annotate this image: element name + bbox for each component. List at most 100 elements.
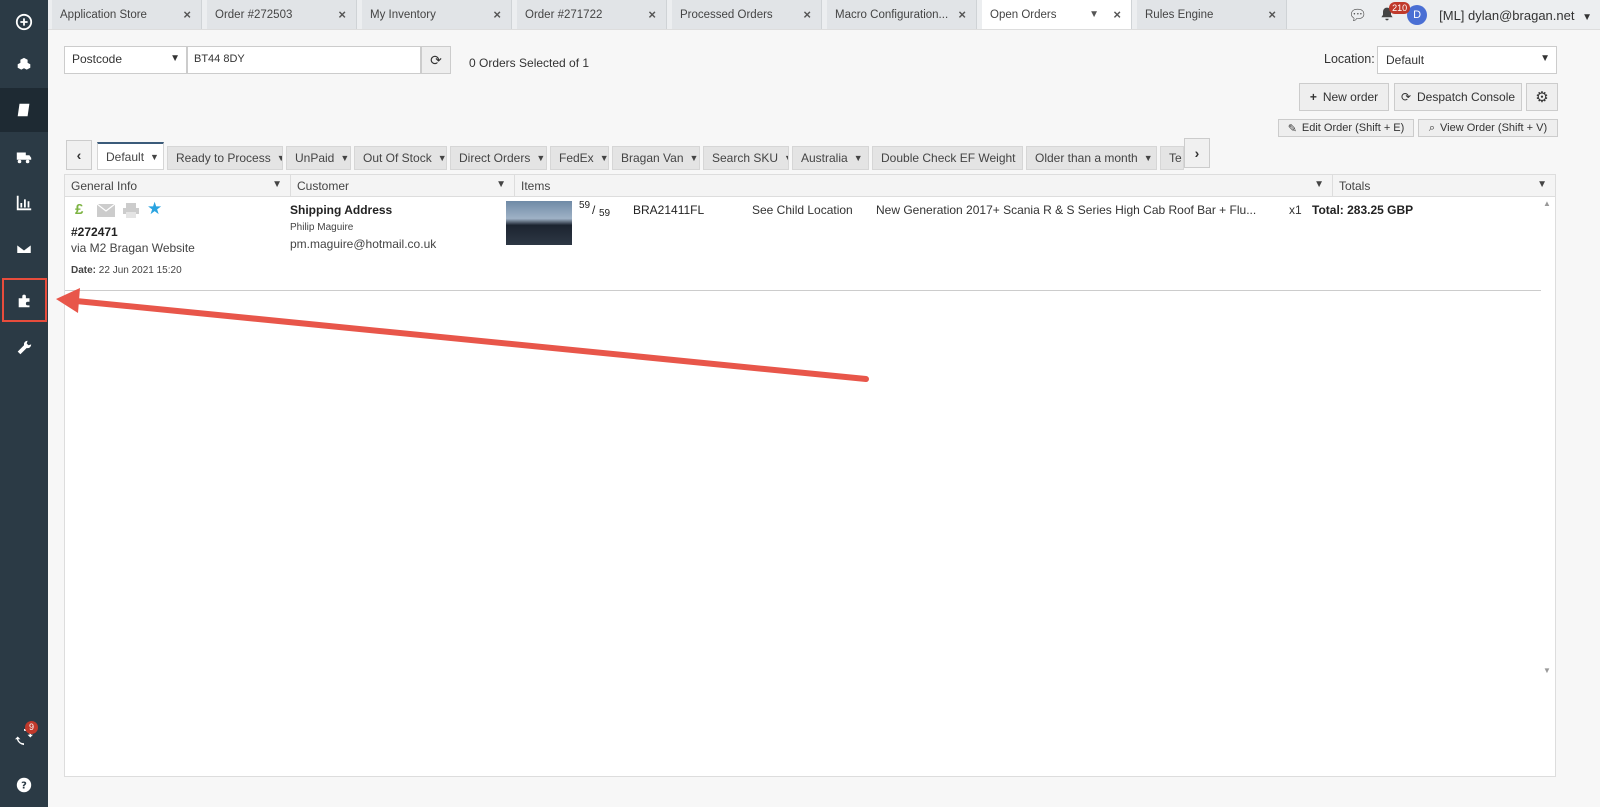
order-number[interactable]: #272471 bbox=[71, 225, 118, 239]
view-tab-default[interactable]: Default ▼ bbox=[97, 142, 164, 170]
sidebar-item-sync[interactable]: 9 bbox=[0, 715, 48, 759]
close-icon[interactable]: × bbox=[493, 7, 501, 22]
sidebar-item-help[interactable]: ? bbox=[0, 763, 48, 807]
print-icon[interactable] bbox=[123, 203, 139, 218]
sidebar-item-reports[interactable] bbox=[0, 181, 48, 225]
caret-down-icon: ▼ bbox=[784, 153, 788, 163]
location-select[interactable]: Default ▼ bbox=[1377, 46, 1557, 74]
item-quantity: x1 bbox=[1289, 203, 1302, 217]
customer-email[interactable]: pm.maguire@hotmail.co.uk bbox=[290, 237, 436, 251]
view-tab-out-of-stock[interactable]: Out Of Stock ▼ bbox=[354, 146, 447, 170]
avatar[interactable]: D bbox=[1407, 5, 1428, 25]
despatch-console-button[interactable]: ⟳ Despatch Console bbox=[1394, 83, 1522, 111]
close-icon[interactable]: × bbox=[1268, 7, 1276, 22]
new-order-button[interactable]: + New order bbox=[1299, 83, 1389, 111]
column-label: General Info bbox=[71, 179, 138, 193]
order-total: Total: 283.25 GBP bbox=[1312, 203, 1414, 217]
caret-down-icon: ▼ bbox=[1143, 153, 1153, 163]
close-icon[interactable]: × bbox=[338, 7, 346, 22]
view-tab-direct-orders[interactable]: Direct Orders ▼ bbox=[450, 146, 547, 170]
tab-order-272503[interactable]: Order #272503 × bbox=[207, 0, 357, 29]
settings-button[interactable]: ⚙ bbox=[1526, 83, 1558, 111]
top-tab-bar: Application Store × Order #272503 × My I… bbox=[48, 0, 1600, 30]
scroll-down-icon[interactable]: ▼ bbox=[1543, 666, 1551, 675]
grid-scrollbar[interactable]: ▲ ▼ bbox=[1543, 199, 1553, 675]
table-row[interactable]: £ ★ #272471 via M2 Bragan Website Date: … bbox=[65, 197, 1541, 291]
sidebar-item-settings[interactable] bbox=[0, 326, 48, 370]
sidebar-item-inventory[interactable] bbox=[0, 44, 48, 88]
column-general-info[interactable]: General Info ▼ bbox=[65, 175, 291, 197]
tabs-next-button[interactable]: › bbox=[1184, 138, 1210, 168]
search-type-value: Postcode bbox=[72, 52, 123, 66]
tab-label: Rules Engine bbox=[1145, 8, 1214, 21]
edit-order-button[interactable]: ✎ Edit Order (Shift + E) bbox=[1278, 119, 1414, 137]
close-icon[interactable]: × bbox=[648, 7, 656, 22]
chevron-down-icon[interactable]: ▼ bbox=[1089, 9, 1099, 20]
column-label: Items bbox=[521, 179, 551, 193]
item-sku[interactable]: BRA21411FL bbox=[633, 203, 704, 217]
view-tab-bragan-van[interactable]: Bragan Van ▼ bbox=[612, 146, 700, 170]
view-tab-label: Default bbox=[106, 149, 145, 164]
view-tab-double-check-ef-weight[interactable]: Double Check EF Weight ▼ bbox=[872, 146, 1023, 170]
view-tab-ready-to-process[interactable]: Ready to Process ▼ bbox=[167, 146, 283, 170]
email-icon[interactable] bbox=[97, 204, 115, 217]
close-icon[interactable]: × bbox=[803, 7, 811, 22]
column-customer[interactable]: Customer ▼ bbox=[291, 175, 515, 197]
sidebar-item-shipping[interactable] bbox=[0, 135, 48, 179]
view-tab-truncated[interactable]: Te bbox=[1160, 146, 1184, 170]
chat-icon[interactable]: 💬︎ bbox=[1348, 6, 1367, 24]
stock-available: 59 bbox=[579, 200, 591, 211]
search-icon: ⌕ bbox=[1428, 121, 1436, 134]
view-tab-search-sku[interactable]: Search SKU ▼ bbox=[703, 146, 789, 170]
tab-order-271722[interactable]: Order #271722 × bbox=[517, 0, 667, 29]
tab-application-store[interactable]: Application Store × bbox=[52, 0, 202, 29]
column-totals[interactable]: Totals ▼ bbox=[1333, 175, 1555, 197]
close-icon[interactable]: × bbox=[1113, 7, 1121, 22]
sidebar-item-messages[interactable] bbox=[0, 227, 48, 271]
view-tab-label: FedEx bbox=[559, 151, 594, 165]
view-tab-unpaid[interactable]: UnPaid ▼ bbox=[286, 146, 351, 170]
main-content: Postcode ▼ BT44 8DY ⟳ 0 Orders Selected … bbox=[48, 30, 1600, 807]
product-thumbnail[interactable] bbox=[506, 201, 572, 245]
filter-icon[interactable]: ▼ bbox=[496, 179, 506, 190]
location-label: Location: bbox=[1324, 52, 1375, 66]
notifications[interactable]: 210 bbox=[1379, 1, 1411, 25]
tab-label: Processed Orders bbox=[680, 8, 773, 21]
view-tab-label: Double Check EF Weight bbox=[881, 151, 1016, 165]
user-menu[interactable]: [ML] dylan@bragan.net ▼ bbox=[1439, 8, 1592, 23]
close-icon[interactable]: × bbox=[958, 7, 966, 22]
tab-macro-configuration[interactable]: Macro Configuration... × bbox=[827, 0, 977, 29]
tab-processed-orders[interactable]: Processed Orders × bbox=[672, 0, 822, 29]
filter-icon[interactable]: ▼ bbox=[272, 179, 282, 190]
close-icon[interactable]: × bbox=[183, 7, 191, 22]
tabs-prev-button[interactable]: ‹ bbox=[66, 140, 92, 170]
sidebar: 9 ? bbox=[0, 0, 48, 807]
view-order-button[interactable]: ⌕ View Order (Shift + V) bbox=[1418, 119, 1558, 137]
view-tab-older-than-a-month[interactable]: Older than a month ▼ bbox=[1026, 146, 1157, 170]
view-tab-australia[interactable]: Australia ▼ bbox=[792, 146, 869, 170]
chevron-down-icon: ▼ bbox=[1582, 11, 1592, 23]
view-tab-label: Search SKU bbox=[712, 151, 779, 165]
sidebar-logo-icon[interactable] bbox=[0, 0, 48, 44]
search-input[interactable]: BT44 8DY bbox=[187, 46, 421, 74]
tab-open-orders[interactable]: Open Orders ▼ × bbox=[982, 0, 1132, 29]
caret-down-icon: ▼ bbox=[277, 153, 282, 163]
refresh-button[interactable]: ⟳ bbox=[421, 46, 451, 74]
column-items[interactable]: Items ▼ bbox=[515, 175, 1333, 197]
view-tab-label: Bragan Van bbox=[621, 151, 684, 165]
star-icon[interactable]: ★ bbox=[147, 199, 162, 219]
refresh-icon: ⟳ bbox=[430, 51, 442, 68]
filter-icon[interactable]: ▼ bbox=[1314, 179, 1324, 190]
filter-icon[interactable]: ▼ bbox=[1537, 179, 1547, 190]
column-label: Totals bbox=[1339, 179, 1371, 193]
search-type-select[interactable]: Postcode ▼ bbox=[64, 46, 187, 74]
sidebar-item-orders[interactable] bbox=[0, 88, 48, 132]
view-tab-fedex[interactable]: FedEx ▼ bbox=[550, 146, 609, 170]
sidebar-item-apps[interactable] bbox=[2, 278, 47, 322]
scroll-up-icon[interactable]: ▲ bbox=[1543, 199, 1551, 208]
caret-down-icon: ▼ bbox=[599, 153, 609, 163]
tab-my-inventory[interactable]: My Inventory × bbox=[362, 0, 512, 29]
tab-rules-engine[interactable]: Rules Engine × bbox=[1137, 0, 1287, 29]
caret-down-icon: ▼ bbox=[853, 153, 863, 163]
view-tab-label: UnPaid bbox=[295, 151, 335, 165]
